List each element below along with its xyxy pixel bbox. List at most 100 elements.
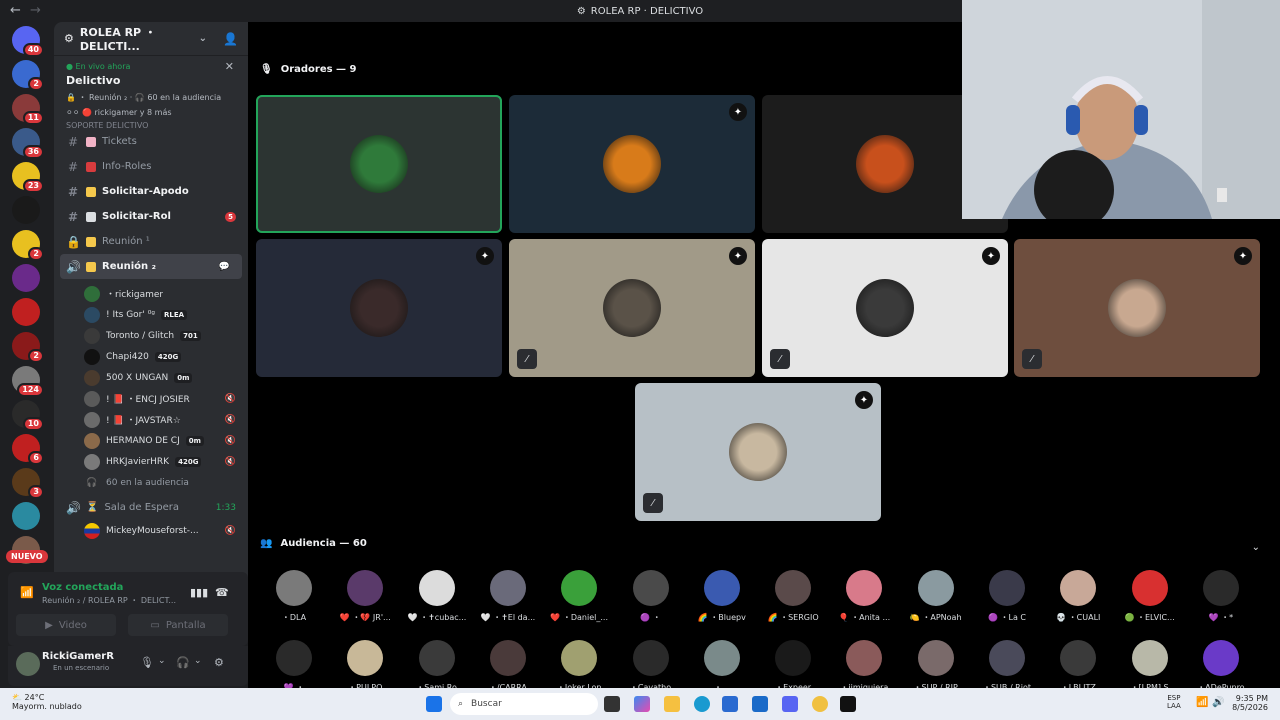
audience-member[interactable]: ・Cavatho [622, 640, 680, 693]
audience-member[interactable]: ・DLA [265, 570, 323, 623]
server-icon[interactable]: 2 [12, 60, 44, 91]
live-banner[interactable]: ✕ ● En vivo ahora Delictivo 🔒 ・ Reunión … [54, 56, 248, 121]
audience-member[interactable]: 🤍 ・✝El da... [479, 570, 537, 623]
username[interactable]: RickiGamerR [42, 651, 114, 662]
audience-member[interactable]: ・[LPM] S [1121, 640, 1179, 693]
speaker-tile[interactable]: ✦ ⁄ [509, 239, 755, 377]
audience-member[interactable]: ・... [693, 640, 751, 693]
screen-share-button[interactable]: ▭ Pantalla [128, 614, 228, 636]
audience-member[interactable]: 🤍 ・✝cubac... [408, 570, 466, 623]
clock[interactable]: 9:35 PM 8/5/2026 [1232, 694, 1268, 712]
server-icon[interactable]: 2 [12, 230, 44, 261]
wifi-icon[interactable]: 📶 [1196, 697, 1208, 708]
chevron-down-icon[interactable]: ⌄ [158, 656, 166, 666]
server-icon[interactable]: 10 [12, 400, 44, 431]
server-header[interactable]: ⚙ ROLEA RP ・ DELICTI... ⌄ 👤 [54, 22, 248, 56]
server-icon[interactable]: 36 [12, 128, 44, 159]
speaker-tile[interactable] [256, 95, 502, 233]
server-icon[interactable]: 6 [12, 434, 44, 465]
voice-user[interactable]: ・rickigamer [54, 283, 248, 304]
audience-member[interactable]: ・/CARRA [479, 640, 537, 693]
server-icon[interactable]: 23 [12, 162, 44, 193]
audience-member[interactable]: 💜 ・* [1192, 570, 1250, 623]
speaker-tile[interactable]: ✦ [256, 239, 502, 377]
audience-member[interactable]: 🌈 ・SERGIO [764, 570, 822, 623]
audience-member[interactable]: ❤️ ・💔 JR'... [336, 570, 394, 623]
search-box[interactable]: ⌕ Buscar [450, 693, 598, 715]
audience-member[interactable]: ・Joker Lop [550, 640, 608, 693]
file-explorer-icon[interactable] [664, 696, 680, 712]
store-icon[interactable] [722, 696, 738, 712]
waiting-user[interactable]: MickeyMouseforst-... 🔇 [54, 520, 248, 541]
speaker-tile[interactable]: ✦ ⁄ [762, 239, 1008, 377]
speaker-tile[interactable]: ✦ ⁄ [1014, 239, 1260, 377]
chevron-down-icon[interactable]: ⌄ [1252, 542, 1260, 553]
invite-icon[interactable]: 👤 [223, 32, 238, 46]
voice-user[interactable]: Chapi420 420G [54, 346, 248, 367]
voice-connected-title[interactable]: Voz conectada [42, 582, 123, 593]
video-button[interactable]: ▶ Video [16, 614, 116, 636]
microphone-icon[interactable]: 🎙 [140, 656, 154, 669]
server-icon[interactable] [12, 264, 40, 292]
disconnect-icon[interactable]: ☎ [215, 586, 229, 599]
speaker-tile[interactable]: ✦ ⁄ [635, 383, 881, 521]
audience-member[interactable]: 🟢 ・ELVIC... [1121, 570, 1179, 623]
gear-icon[interactable]: ⚙ [214, 656, 224, 669]
category-label[interactable]: SOPORTE DELICTIVO [54, 121, 248, 129]
audience-member[interactable]: 💀 ・CUALI [1049, 570, 1107, 623]
audience-member[interactable]: ・Sami Ro [408, 640, 466, 693]
voice-user[interactable]: HERMANO DE CJ 0m 🔇 [54, 430, 248, 451]
channel-item[interactable]: # Info-Roles [54, 154, 248, 179]
forward-arrow-icon[interactable]: → [30, 3, 41, 18]
server-icon[interactable] [12, 502, 40, 530]
audience-member[interactable]: ❤️ ・Daniel_... [550, 570, 608, 623]
windows-start-icon[interactable] [426, 696, 442, 712]
voice-connected-sub[interactable]: Reunión ₂ / ROLEA RP ・ DELICT... [42, 595, 176, 606]
avatar[interactable] [16, 652, 40, 676]
chat-bubble-icon[interactable]: 💬 [219, 262, 230, 272]
server-icon[interactable]: 3 [12, 468, 44, 499]
audience-member[interactable]: 🟣 ・ [622, 570, 680, 623]
audience-member[interactable]: 🟣 ・La C [978, 570, 1036, 623]
audience-member[interactable]: ・SUB / Riot [978, 640, 1036, 693]
audience-member[interactable]: ・LBLITZ [1049, 640, 1107, 693]
server-icon[interactable]: 11 [12, 94, 44, 125]
audience-member[interactable]: ・Expeer [764, 640, 822, 693]
voice-user[interactable]: Toronto / Glitch 701 [54, 325, 248, 346]
audience-member[interactable]: ・jimiquiera [835, 640, 893, 693]
outlook-icon[interactable] [752, 696, 768, 712]
task-view-icon[interactable] [604, 696, 620, 712]
audience-member[interactable]: 🍋 ・APNoah [907, 570, 965, 623]
channel-item[interactable]: # Solicitar-Apodo [54, 179, 248, 204]
server-icon[interactable] [12, 196, 40, 224]
copilot-icon[interactable] [634, 696, 650, 712]
server-icon[interactable]: 124 [12, 366, 44, 397]
audience-member[interactable]: 🌈 ・Bluepv [693, 570, 751, 623]
close-icon[interactable]: ✕ [225, 60, 234, 73]
audience-member[interactable]: ・ADePunro [1192, 640, 1250, 693]
volume-icon[interactable]: 🔊 [1212, 697, 1224, 708]
new-badge[interactable]: NUEVO [6, 550, 48, 563]
tiktok-icon[interactable] [840, 696, 856, 712]
chrome-icon[interactable] [812, 696, 828, 712]
audience-member[interactable]: ・SUP / RIP [907, 640, 965, 693]
voice-user[interactable]: HRKJavierHRK 420G 🔇 [54, 451, 248, 472]
server-icon[interactable]: 40 [12, 26, 44, 57]
channel-item[interactable]: 🔒 Reunión ¹ [54, 229, 248, 254]
channel-waiting-room[interactable]: 🔊 ⏳ Sala de Espera 1:33 [54, 495, 248, 520]
channel-item[interactable]: # Tickets [54, 129, 248, 154]
audience-member[interactable]: ・PULPO [336, 640, 394, 693]
speaker-tile[interactable]: ✦ [509, 95, 755, 233]
back-arrow-icon[interactable]: ← [10, 3, 21, 18]
chevron-down-icon[interactable]: ⌄ [194, 656, 202, 666]
voice-user[interactable]: ! 📕 ・ENCJ JOSIER 🔇 [54, 388, 248, 409]
voice-user[interactable]: 500 X UNGAN 0m [54, 367, 248, 388]
audience-member[interactable]: 🎈 ・Anita ... [835, 570, 893, 623]
audience-link[interactable]: 🎧 60 en la audiencia [54, 472, 248, 493]
server-icon[interactable] [12, 298, 40, 326]
language-indicator[interactable]: ESP LAA [1167, 694, 1181, 710]
voice-user[interactable]: ! 📕 ・JAVSTAR☆ 🔇 [54, 409, 248, 430]
voice-user[interactable]: ! Its Gor' ⁰ᵍ RLEA [54, 304, 248, 325]
channel-item[interactable]: # Solicitar-Rol 5 [54, 204, 248, 229]
noise-suppression-icon[interactable]: ▮▮▮ [190, 586, 208, 599]
